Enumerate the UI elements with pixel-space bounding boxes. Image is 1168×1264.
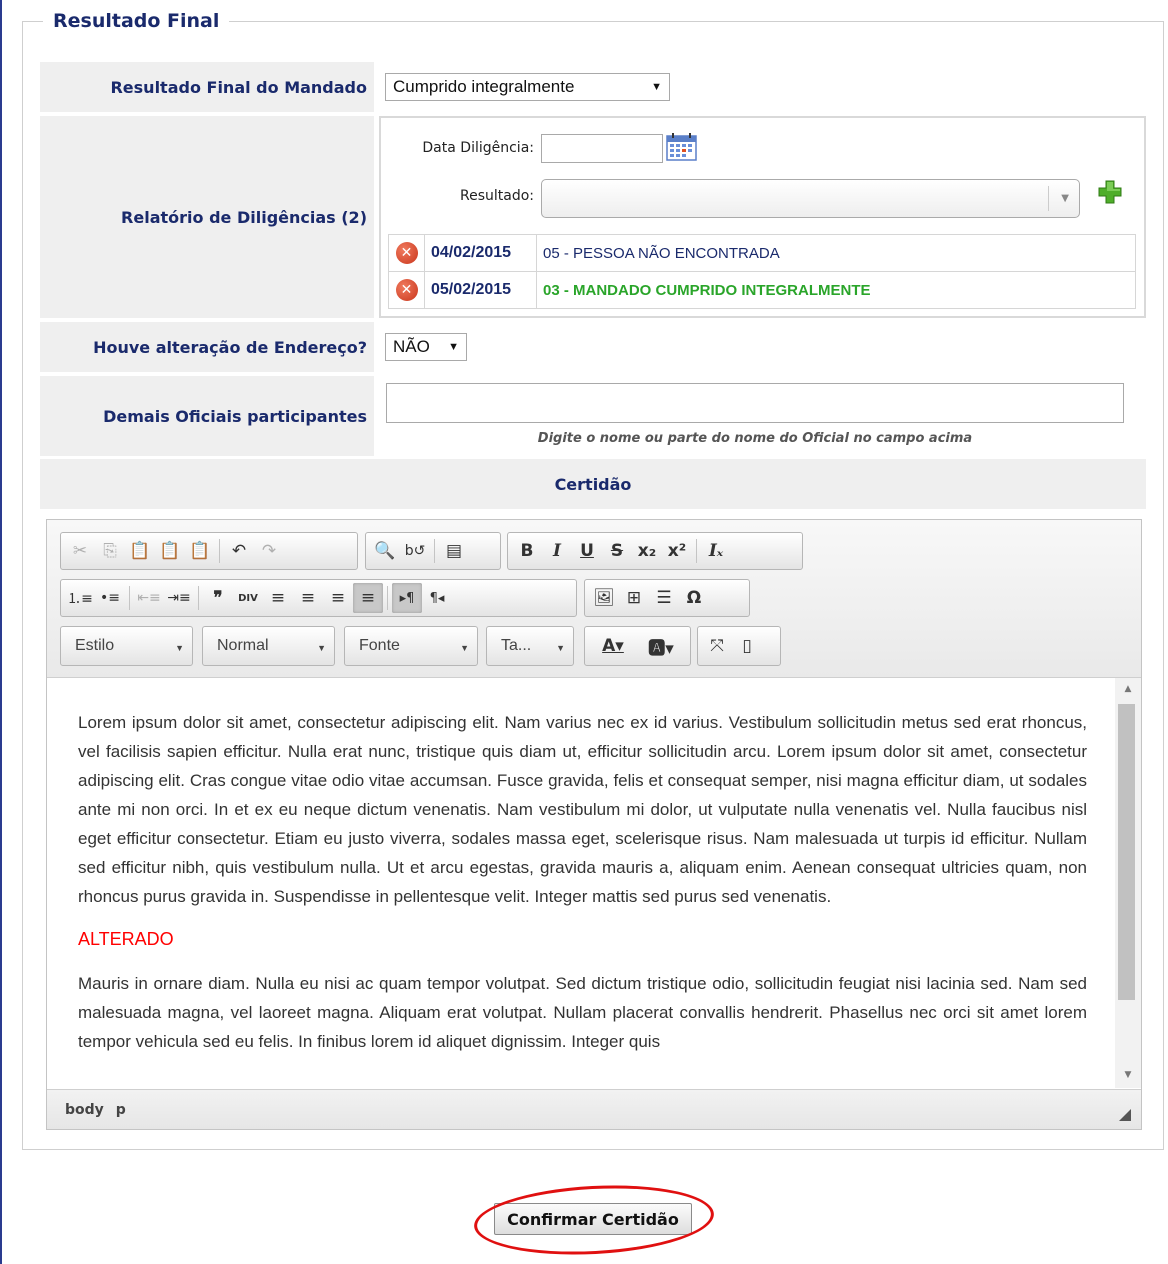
toolbar-group-tools: ⤧ ▯ [697,626,781,666]
paste-icon[interactable]: 📋 [125,536,155,566]
entry-date: 05/02/2015 [424,271,537,309]
subscript-icon[interactable]: x₂ [632,536,662,566]
chevron-down-icon: ▼ [1061,193,1069,204]
redo-icon[interactable]: ↷ [254,536,284,566]
rtl-icon[interactable]: ¶◂ [422,583,452,613]
oficiais-label: Demais Oficiais participantes [40,376,374,456]
alteracao-label: Houve alteração de Endereço? [40,322,374,372]
replace-icon[interactable]: b↺ [400,536,430,566]
alterado-text: ALTERADO [78,929,174,949]
toolbar-group-basic-styles: B I U S x₂ x² Iₓ [507,532,803,570]
align-justify-icon[interactable]: ≡ [353,583,383,613]
entry-text: 03 - MANDADO CUMPRIDO INTEGRALMENTE [536,271,1136,309]
oficiais-hint: Digite o nome ou parte do nome do Oficia… [537,431,973,446]
remove-format-icon[interactable]: Iₓ [701,536,731,566]
size-combo[interactable]: Ta... ▼ [486,626,574,666]
scroll-up-icon[interactable]: ▲ [1115,684,1141,694]
format-combo[interactable]: Normal ▼ [202,626,335,666]
bg-color-icon[interactable]: 🅰▾ [637,631,685,661]
resultado-mandado-select[interactable]: Cumprido integralmente ▼ [385,73,670,101]
indent-icon[interactable]: ⇥≡ [164,583,194,613]
outdent-icon[interactable]: ⇤≡ [134,583,164,613]
calendar-icon[interactable] [666,133,698,161]
chevron-down-icon: ▼ [460,643,469,653]
dropdown-arrow-icon: ▼ [448,341,459,353]
paragraph: Mauris in ornare diam. Nulla eu nisi ac … [78,974,1087,1051]
superscript-icon[interactable]: x² [662,536,692,566]
align-right-icon[interactable]: ≡ [323,583,353,613]
chevron-down-icon: ▼ [317,643,326,653]
toolbar-group-paragraph: ⒈≡ •≡ ⇤≡ ⇥≡ ❞ DIV ≡ ≡ ≡ ≡ ▸¶ ¶◂ [60,579,577,617]
oficiais-input[interactable] [386,383,1124,423]
left-border-line [0,0,2,1264]
editor-scrollbar[interactable]: ▲ ▼ [1115,678,1141,1088]
entry-text: 05 - PESSOA NÃO ENCONTRADA [536,234,1136,272]
style-combo[interactable]: Estilo ▼ [60,626,193,666]
path-p[interactable]: p [116,1102,126,1118]
remove-icon[interactable]: ✕ [395,279,418,301]
horizontal-line-icon[interactable]: ☰ [649,583,679,613]
chevron-down-icon: ▼ [556,643,565,653]
special-char-icon[interactable]: Ω [679,583,709,613]
certidao-header: Certidão [40,459,1146,509]
scrollbar-thumb[interactable] [1118,704,1135,1000]
editor-content[interactable]: Lorem ipsum dolor sit amet, consectetur … [47,678,1115,1088]
table-row: ✕ 05/02/2015 03 - MANDADO CUMPRIDO INTEG… [388,271,1136,309]
relatorio-label: Relatório de Diligências (2) [40,116,374,318]
image-icon[interactable]: 🖼 [589,583,619,613]
editor-statusbar: body p [47,1089,1141,1129]
strike-icon[interactable]: S [602,536,632,566]
highlight-circle-annotation [472,1179,716,1261]
numbered-list-icon[interactable]: ⒈≡ [65,583,95,613]
maximize-icon[interactable]: ⤧ [702,631,732,661]
paste-text-icon[interactable]: 📋 [155,536,185,566]
alteracao-select[interactable]: NÃO ▼ [385,333,467,361]
section-legend: Resultado Final [53,10,220,32]
resultado-combobox[interactable]: ▼ [541,179,1080,218]
font-combo[interactable]: Fonte ▼ [344,626,478,666]
text-color-icon[interactable]: A▾ [589,631,637,661]
entry-date: 04/02/2015 [424,234,537,272]
toolbar-group-colors: A▾ 🅰▾ [584,626,691,666]
scroll-down-icon[interactable]: ▼ [1115,1070,1141,1080]
bulleted-list-icon[interactable]: •≡ [95,583,125,613]
chevron-down-icon: ▼ [175,643,184,653]
remove-icon[interactable]: ✕ [395,242,418,264]
select-all-icon[interactable]: ▤ [439,536,469,566]
path-body[interactable]: body [65,1102,104,1118]
dropdown-arrow-icon: ▼ [651,81,662,93]
underline-icon[interactable]: U [572,536,602,566]
resultado-mandado-label: Resultado Final do Mandado [40,62,374,112]
table-icon[interactable]: ⊞ [619,583,649,613]
data-diligencia-input[interactable] [541,134,663,163]
show-blocks-icon[interactable]: ▯ [732,631,762,661]
align-center-icon[interactable]: ≡ [293,583,323,613]
ltr-icon[interactable]: ▸¶ [392,583,422,613]
paragraph: Lorem ipsum dolor sit amet, consectetur … [78,713,1087,906]
create-div-icon[interactable]: DIV [233,583,263,613]
data-diligencia-label: Data Diligência: [422,140,534,156]
toolbar-group-insert: 🖼 ⊞ ☰ Ω [584,579,750,617]
toolbar-group-clipboard: ✂ ⎘ 📋 📋 📋 ↶ ↷ [60,532,358,570]
align-left-icon[interactable]: ≡ [263,583,293,613]
resize-handle-icon[interactable] [1119,1109,1131,1121]
paste-word-icon[interactable]: 📋 [185,536,215,566]
resultado-label: Resultado: [459,188,534,204]
toolbar-group-find: 🔍 b↺ ▤ [365,532,501,570]
italic-icon[interactable]: I [542,536,572,566]
blockquote-icon[interactable]: ❞ [203,583,233,613]
table-row: ✕ 04/02/2015 05 - PESSOA NÃO ENCONTRADA [388,234,1136,272]
find-icon[interactable]: 🔍 [370,536,400,566]
cut-icon[interactable]: ✂ [65,536,95,566]
diligencias-table: ✕ 04/02/2015 05 - PESSOA NÃO ENCONTRADA … [388,234,1136,309]
copy-icon[interactable]: ⎘ [95,536,125,566]
add-icon[interactable] [1098,180,1122,204]
undo-icon[interactable]: ↶ [224,536,254,566]
bold-icon[interactable]: B [512,536,542,566]
